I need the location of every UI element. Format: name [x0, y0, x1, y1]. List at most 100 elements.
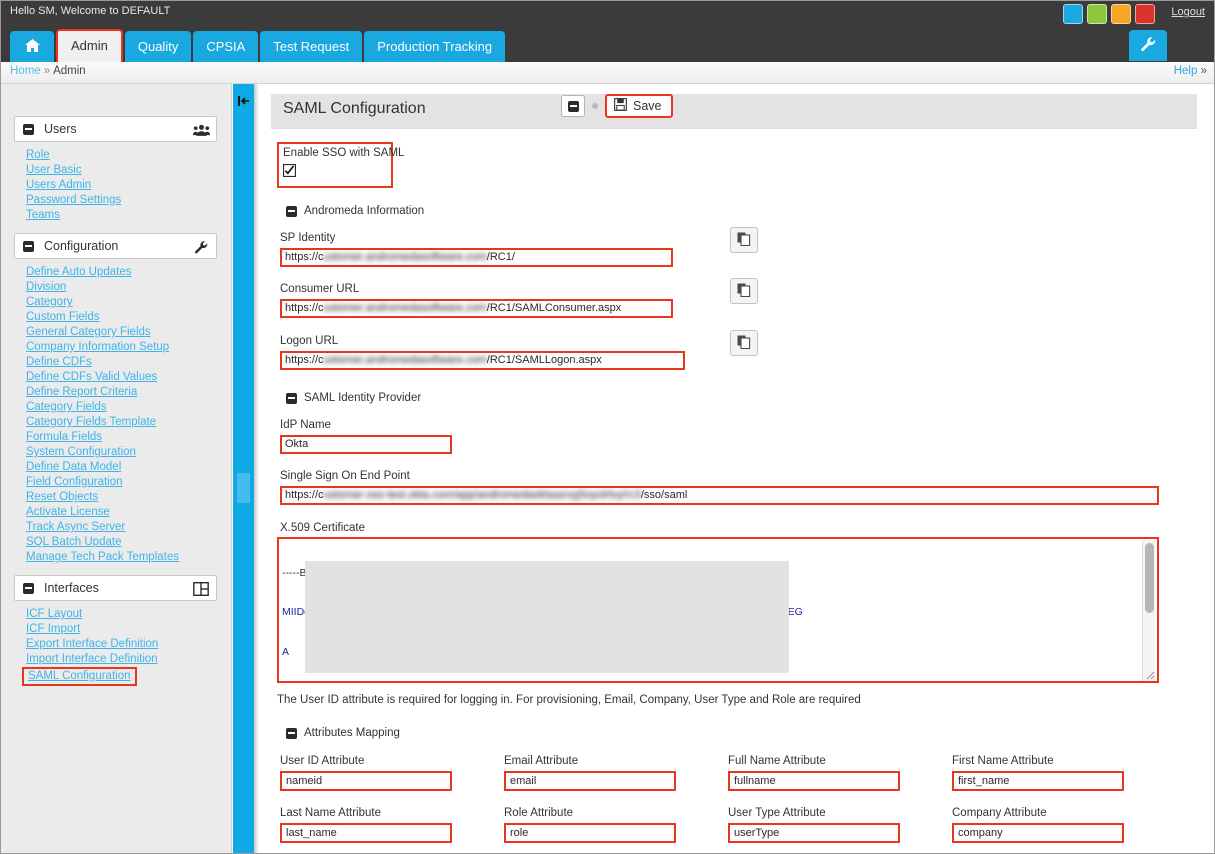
color-square-orange[interactable]: [1111, 4, 1131, 24]
email-attribute-input[interactable]: email: [504, 771, 676, 791]
greeting-text: Hello SM, Welcome to DEFAULT: [10, 5, 171, 17]
copy-icon: [737, 283, 751, 300]
color-square-blue[interactable]: [1063, 4, 1083, 24]
last-name-attribute-label: Last Name Attribute: [280, 807, 381, 819]
user-id-attribute-input[interactable]: nameid: [280, 771, 452, 791]
sidebar-item-icf-import[interactable]: ICF Import: [26, 622, 80, 637]
minus-box-icon: [286, 205, 297, 217]
enable-sso-label: Enable SSO with SAML: [283, 147, 405, 159]
form-header-actions: Save: [561, 94, 673, 118]
app-window: Hello SM, Welcome to DEFAULT Logout Admi…: [0, 0, 1215, 854]
collapse-left-icon[interactable]: [237, 94, 251, 108]
sidebar-group-users[interactable]: Users: [14, 116, 217, 142]
logon-url-suffix: /RC1/SAMLLogon.aspx: [486, 354, 602, 366]
section-andromeda-information[interactable]: Andromeda Information: [286, 205, 424, 217]
tab-production-tracking[interactable]: Production Tracking: [364, 31, 506, 62]
collapse-form-button[interactable]: [561, 95, 585, 117]
sidebar-item-teams[interactable]: Teams: [26, 208, 60, 223]
cert-resize-grip[interactable]: [1142, 667, 1155, 680]
consumer-url-copy-button[interactable]: [730, 278, 758, 304]
sso-endpoint-input[interactable]: https://customer-sso-test.okta.com/app/a…: [280, 486, 1159, 505]
user-type-attribute-input[interactable]: userType: [728, 823, 900, 843]
idp-name-input[interactable]: Okta: [280, 435, 452, 454]
sidebar-item-user-basic[interactable]: User Basic: [26, 163, 82, 178]
full-name-attribute-label: Full Name Attribute: [728, 755, 826, 767]
splitter-grip[interactable]: [237, 473, 250, 503]
sidebar-item-password-settings[interactable]: Password Settings: [26, 193, 121, 208]
color-square-red[interactable]: [1135, 4, 1155, 24]
last-name-attribute-input[interactable]: last_name: [280, 823, 452, 843]
sidebar-item-general-category-fields[interactable]: General Category Fields: [26, 325, 151, 340]
sso-endpoint-redacted-2: azvyj5oyolrlvy/rc3: [554, 489, 641, 501]
sidebar-item-formula-fields[interactable]: Formula Fields: [26, 430, 102, 445]
full-name-attribute-input[interactable]: fullname: [728, 771, 900, 791]
sp-identity-prefix: https://c: [285, 251, 324, 263]
sidebar-item-field-configuration[interactable]: Field Configuration: [26, 475, 123, 490]
sidebar-item-division[interactable]: Division: [26, 280, 66, 295]
tab-test-request[interactable]: Test Request: [260, 31, 363, 62]
sidebar-item-users-admin[interactable]: Users Admin: [26, 178, 91, 193]
company-attribute-label: Company Attribute: [952, 807, 1047, 819]
sp-identity-input[interactable]: https://customer.andromedasoftware.com/R…: [280, 248, 673, 267]
role-attribute-input[interactable]: role: [504, 823, 676, 843]
sidebar-item-company-information-setup[interactable]: Company Information Setup: [26, 340, 169, 355]
sidebar-item-category[interactable]: Category: [26, 295, 73, 310]
logon-url-copy-button[interactable]: [730, 330, 758, 356]
tab-home[interactable]: [10, 31, 54, 62]
logon-url-input[interactable]: https://customer.andromedasoftware.com/R…: [280, 351, 685, 370]
sidebar-item-role[interactable]: Role: [26, 148, 50, 163]
enable-sso-checkbox[interactable]: [283, 164, 297, 178]
sp-identity-copy-button[interactable]: [730, 227, 758, 253]
sidebar-item-activate-license[interactable]: Activate License: [26, 505, 110, 520]
first-name-attribute-input[interactable]: first_name: [952, 771, 1124, 791]
color-square-group: [1063, 4, 1155, 24]
sidebar-item-sql-batch-update[interactable]: SQL Batch Update: [26, 535, 121, 550]
sidebar-item-system-configuration[interactable]: System Configuration: [26, 445, 136, 460]
cert-scrollbar-thumb[interactable]: [1145, 543, 1154, 613]
sidebar-group-interfaces[interactable]: Interfaces: [14, 575, 217, 601]
left-sidebar: Users Role User Basic Users Admin Passwo…: [0, 84, 232, 854]
sidebar-item-category-fields[interactable]: Category Fields: [26, 400, 107, 415]
help-link[interactable]: Help »: [1174, 65, 1207, 77]
sidebar-group-configuration[interactable]: Configuration: [14, 233, 217, 259]
sidebar-item-category-fields-template[interactable]: Category Fields Template: [26, 415, 156, 430]
save-button-label: Save: [633, 99, 662, 113]
sp-identity-suffix: /RC1/: [486, 251, 515, 263]
sidebar-item-define-cdfs[interactable]: Define CDFs: [26, 355, 92, 370]
breadcrumb-home[interactable]: Home: [10, 65, 41, 77]
section-title: SAML Identity Provider: [304, 392, 422, 404]
sidebar-group-title: Interfaces: [44, 581, 99, 595]
consumer-url-input[interactable]: https://customer.andromedasoftware.com/R…: [280, 299, 673, 318]
sidebar-item-import-interface-definition[interactable]: Import Interface Definition: [26, 652, 158, 667]
section-attributes-mapping[interactable]: Attributes Mapping: [286, 727, 400, 739]
tab-admin[interactable]: Admin: [56, 29, 123, 62]
tab-quality[interactable]: Quality: [124, 31, 192, 62]
sidebar-item-custom-fields[interactable]: Custom Fields: [26, 310, 100, 325]
color-square-green[interactable]: [1087, 4, 1107, 24]
sidebar-item-define-data-model[interactable]: Define Data Model: [26, 460, 121, 475]
settings-wrench-button[interactable]: [1129, 30, 1167, 61]
sidebar-item-icf-layout[interactable]: ICF Layout: [26, 607, 82, 622]
cert-scrollbar[interactable]: [1142, 540, 1155, 681]
sso-endpoint-suffix: /sso/saml: [640, 489, 688, 501]
sidebar-item-reset-objects[interactable]: Reset Objects: [26, 490, 98, 505]
user-id-attribute-label: User ID Attribute: [280, 755, 365, 767]
sidebar-item-define-report-criteria[interactable]: Define Report Criteria: [26, 385, 137, 400]
logout-link[interactable]: Logout: [1171, 6, 1205, 18]
company-attribute-input[interactable]: company: [952, 823, 1124, 843]
sidebar-item-export-interface-definition[interactable]: Export Interface Definition: [26, 637, 158, 652]
breadcrumb-separator: »: [43, 65, 51, 77]
sidebar-item-track-async-server[interactable]: Track Async Server: [26, 520, 125, 535]
cert-redaction-overlay: [305, 561, 789, 673]
logon-url-redacted: ustomer.andromedasoftware.com: [323, 354, 487, 366]
sidebar-item-manage-tech-pack-templates[interactable]: Manage Tech Pack Templates: [26, 550, 179, 565]
tab-cpsia[interactable]: CPSIA: [193, 31, 259, 62]
section-saml-identity-provider[interactable]: SAML Identity Provider: [286, 392, 421, 404]
sidebar-item-define-cdfs-valid-values[interactable]: Define CDFs Valid Values: [26, 370, 157, 385]
x509-certificate-textarea[interactable]: -----BEGIN CERTIFICATE----- MIIDqjCCApKg…: [277, 537, 1159, 683]
sidebar-splitter[interactable]: [233, 84, 254, 854]
save-button[interactable]: Save: [605, 94, 673, 118]
sidebar-item-define-auto-updates[interactable]: Define Auto Updates: [26, 265, 132, 280]
sidebar-item-saml-configuration[interactable]: SAML Configuration: [22, 667, 137, 686]
idp-name-label: IdP Name: [280, 419, 331, 431]
